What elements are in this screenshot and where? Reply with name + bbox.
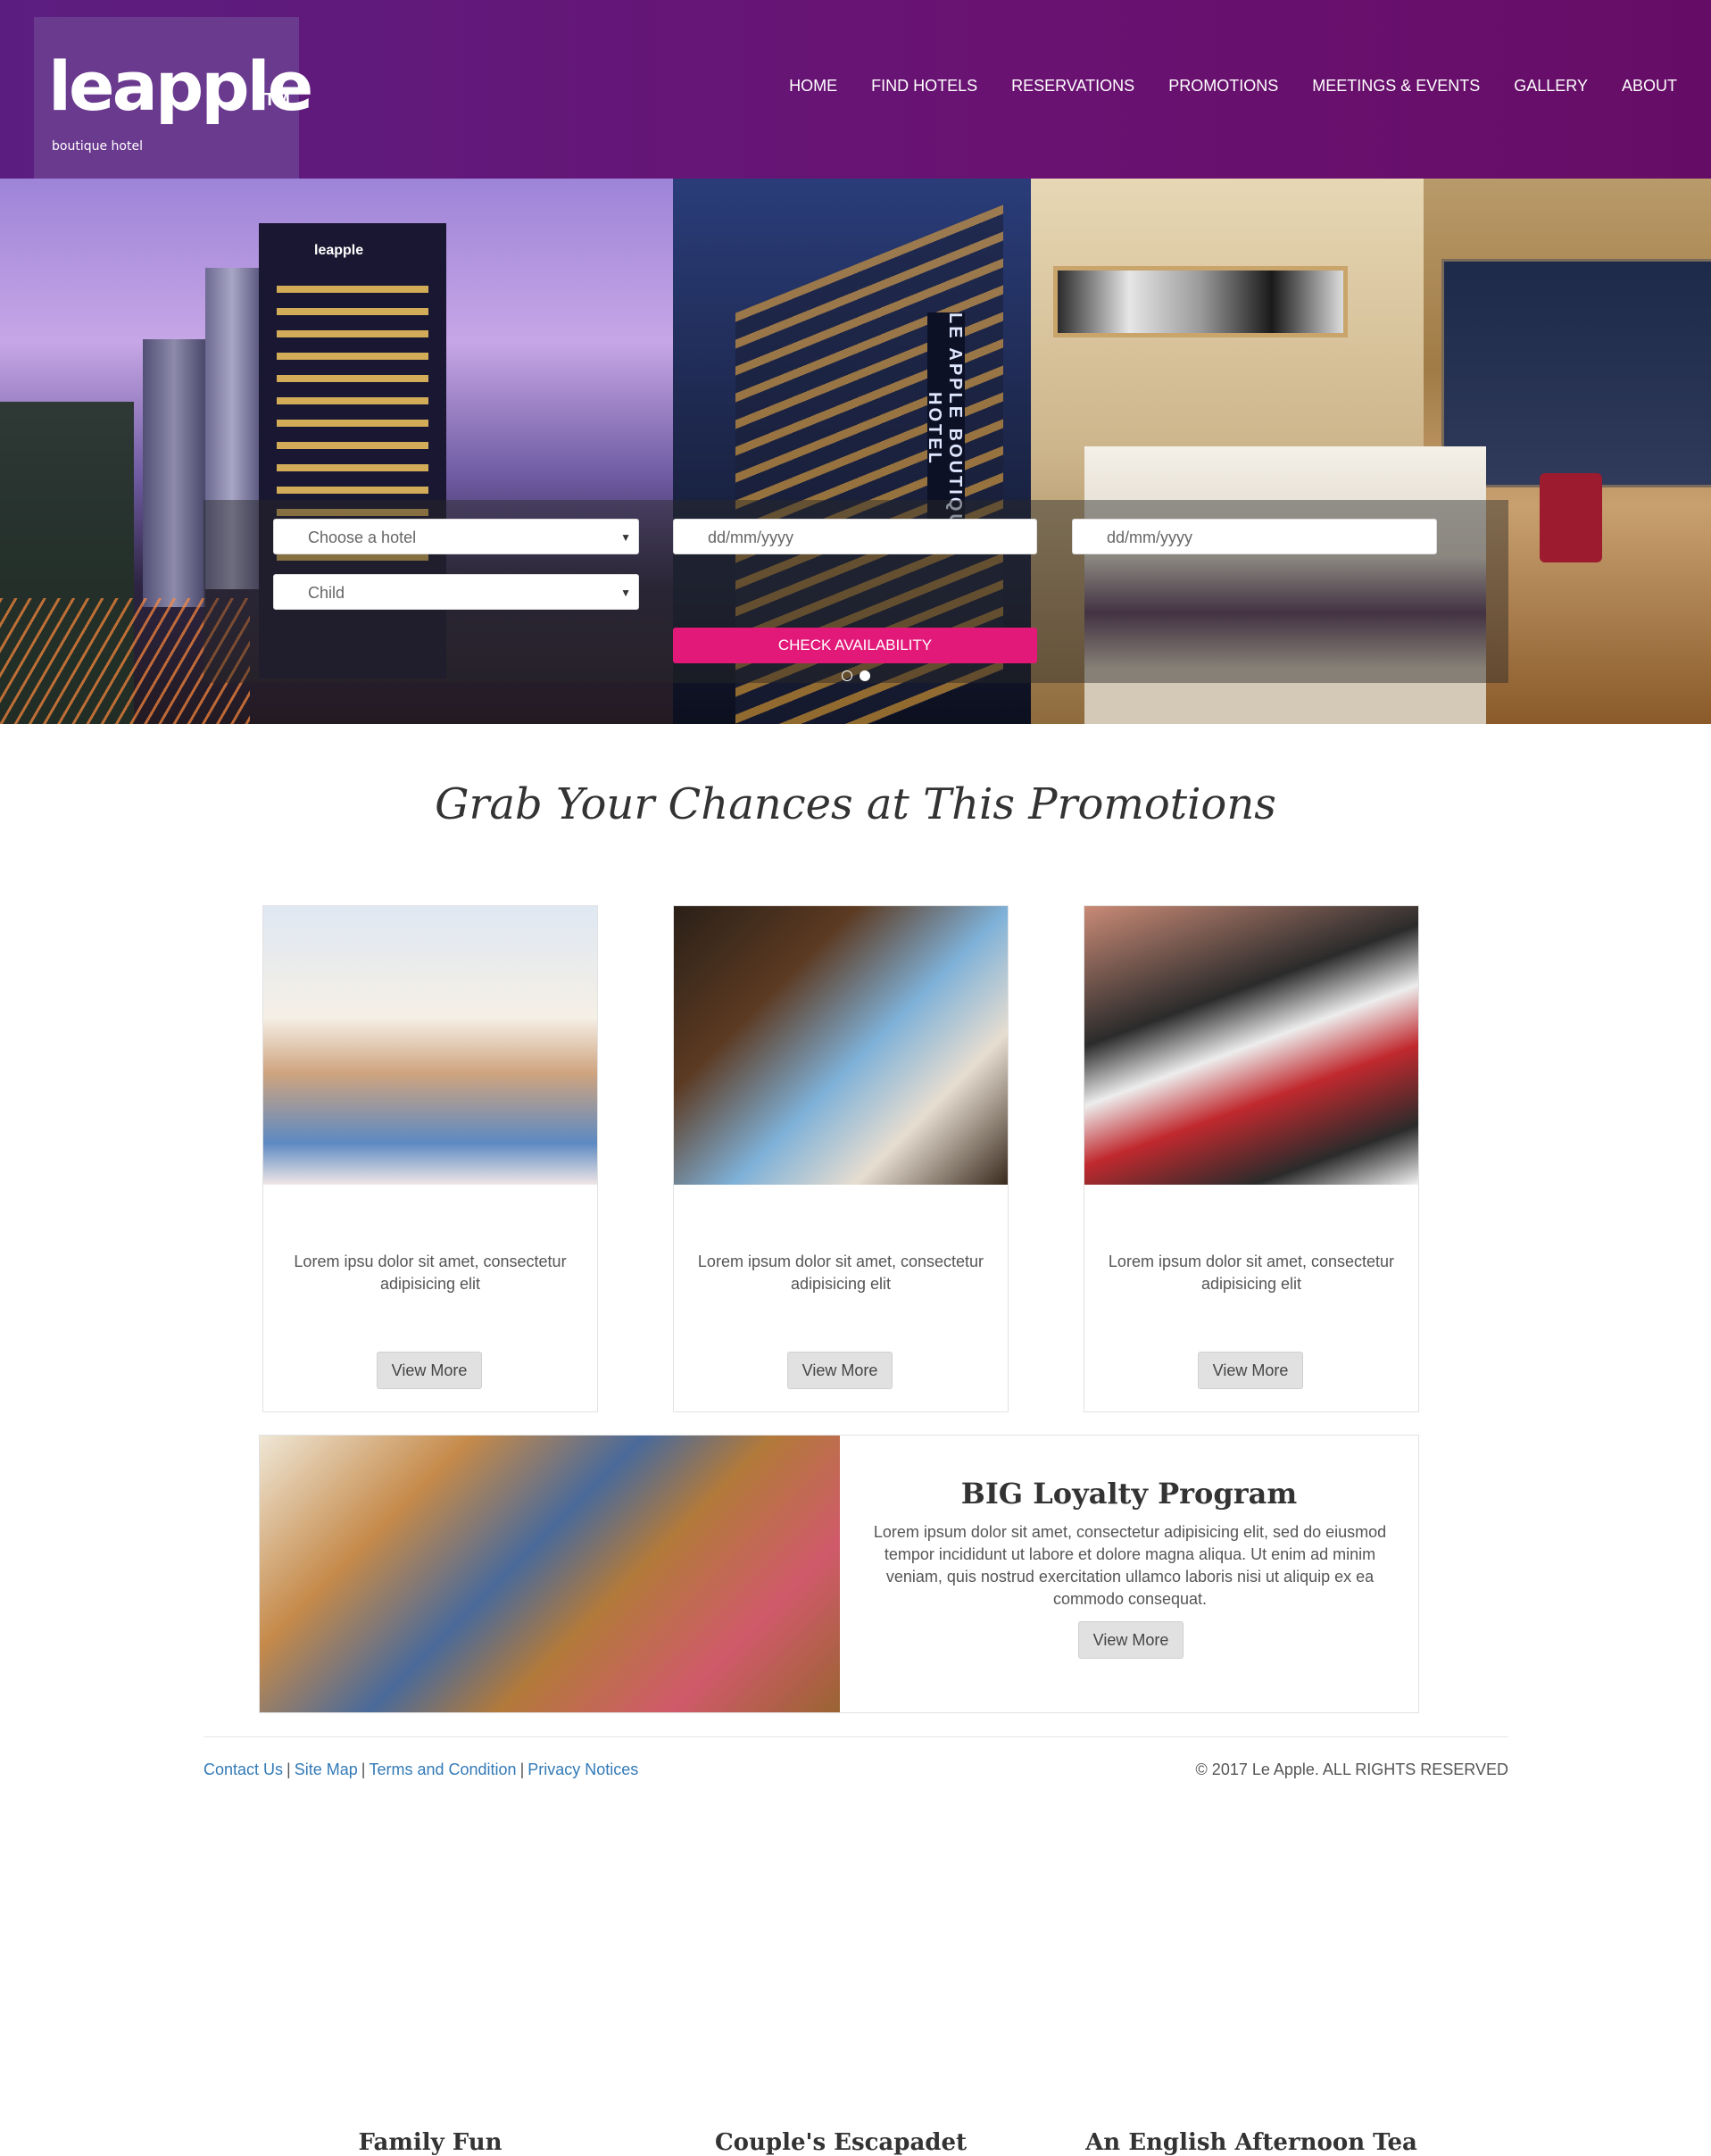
footer-link-contact[interactable]: Contact Us (203, 1761, 283, 1778)
checkin-placeholder: dd/mm/yyyy (708, 529, 794, 546)
promo-card-title: Family Fun (358, 2129, 503, 2156)
copyright: © 2017 Le Apple. ALL RIGHTS RESERVED (1195, 1761, 1508, 1778)
logo-tagline: boutique hotel (52, 139, 143, 154)
checkin-date-input[interactable]: dd/mm/yyyy (673, 519, 1037, 554)
child-select[interactable]: Child ▼ (273, 574, 639, 610)
chevron-down-icon: ▼ (620, 587, 631, 599)
hotel-tower-sign: leapple (314, 243, 364, 258)
nav-home[interactable]: HOME (789, 77, 837, 96)
hotel-select[interactable]: Choose a hotel ▼ (273, 519, 639, 554)
nav-gallery[interactable]: GALLERY (1514, 77, 1588, 96)
footer-separator: | (361, 1761, 366, 1778)
slider-dot-1[interactable] (842, 670, 852, 681)
promo-card-family: Family Fun Lorem ipsu dolor sit amet, co… (262, 905, 598, 2156)
wall-artwork (1053, 266, 1348, 337)
footer-separator: | (519, 1761, 525, 1778)
petronas-tower-left (143, 339, 205, 607)
slider-dot-2-active[interactable] (860, 670, 870, 681)
check-availability-button[interactable]: CHECK AVAILABILITY (673, 628, 1037, 663)
promo-card-desc: Lorem ipsum dolor sit amet, consectetur … (1108, 1253, 1395, 1293)
footer-divider (203, 1736, 1508, 1737)
nav-find-hotels[interactable]: FIND HOTELS (871, 77, 977, 96)
logo-trademark: TM (264, 90, 290, 110)
view-more-button[interactable]: View More (1198, 1352, 1303, 1389)
hotel-select-value: Choose a hotel (308, 529, 417, 546)
travel-items-photo (260, 1436, 840, 1712)
promotions-title: Grab Your Chances at This Promotions (435, 779, 1276, 829)
footer-separator: | (287, 1761, 291, 1778)
nav-about[interactable]: ABOUT (1622, 77, 1677, 96)
couple-photo (674, 906, 1008, 1185)
footer-link-terms[interactable]: Terms and Condition (369, 1761, 516, 1778)
footer-link-sitemap[interactable]: Site Map (295, 1761, 358, 1778)
family-photo (263, 906, 597, 1185)
promo-card-title: Couple's Escapadet (714, 2129, 968, 2156)
checkout-date-input[interactable]: dd/mm/yyyy (1072, 519, 1437, 554)
view-more-button[interactable]: View More (787, 1352, 893, 1389)
nav-reservations[interactable]: RESERVATIONS (1011, 77, 1134, 96)
child-select-value: Child (308, 584, 345, 602)
chevron-down-icon: ▼ (620, 531, 631, 544)
promo-card-couple: Couple's Escapadet Lorem ipsum dolor sit… (673, 905, 1009, 2156)
promo-card-desc: Lorem ipsum dolor sit amet, consectetur … (697, 1253, 984, 1293)
promo-card-title: An English Afternoon Tea (1085, 2129, 1417, 2156)
nav-promotions[interactable]: PROMOTIONS (1168, 77, 1278, 96)
footer-link-privacy[interactable]: Privacy Notices (527, 1761, 638, 1778)
view-more-button[interactable]: View More (377, 1352, 482, 1389)
main-nav: HOME FIND HOTELS RESERVATIONS PROMOTIONS… (789, 77, 1677, 96)
promo-card-desc: Lorem ipsu dolor sit amet, consectetur a… (294, 1253, 567, 1293)
loyalty-program-card: BIG Loyalty Program Lorem ipsum dolor si… (259, 1435, 1419, 1713)
logo[interactable]: leapple TM boutique hotel (34, 17, 313, 179)
nav-meetings-events[interactable]: MEETINGS & EVENTS (1312, 77, 1480, 96)
suitcase (1540, 473, 1602, 562)
checkout-placeholder: dd/mm/yyyy (1107, 529, 1193, 546)
loyalty-desc: Lorem ipsum dolor sit amet, consectetur … (873, 1523, 1387, 1608)
loyalty-title: BIG Loyalty Program (960, 1477, 1298, 1511)
site-header: leapple TM boutique hotel HOME FIND HOTE… (0, 0, 1711, 179)
footer-links: Contact Us | Site Map | Terms and Condition |… (203, 1761, 638, 1779)
tea-photo (1084, 906, 1418, 1185)
promo-card-tea: An English Afternoon Tea Lorem ipsum dol… (1084, 905, 1419, 2156)
loyalty-view-more-button[interactable]: View More (1078, 1621, 1184, 1659)
